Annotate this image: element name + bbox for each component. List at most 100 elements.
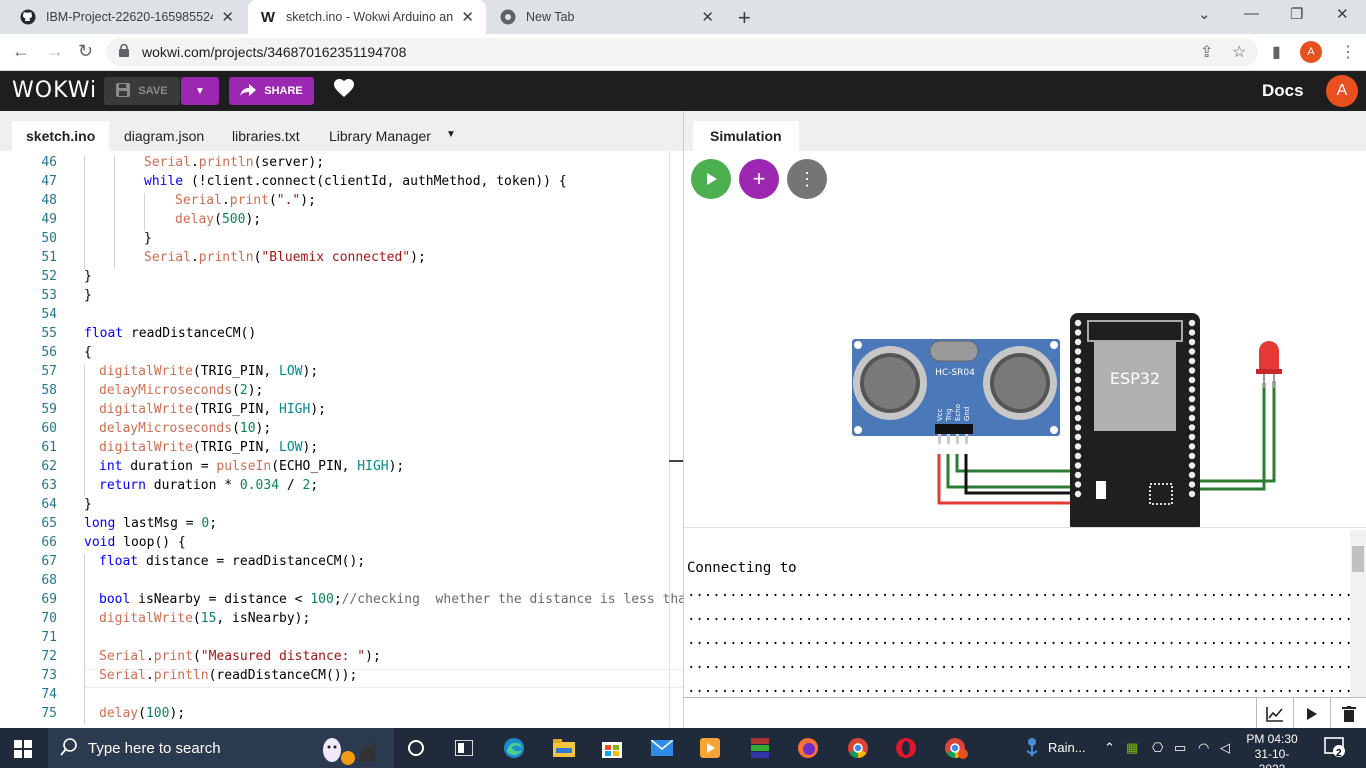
code-line[interactable]: 46 Serial.println(server); (0, 155, 683, 174)
wifi-icon[interactable]: ◠ (1198, 740, 1209, 756)
simulation-canvas[interactable]: + ⋮ HC-SR04 Vcc Trig Echo Gnd ESP32 (684, 151, 1366, 527)
close-tab-icon[interactable]: ✕ (461, 8, 474, 26)
minimize-icon[interactable]: — (1244, 5, 1259, 22)
chrome-icon[interactable] (846, 736, 870, 760)
task-view-icon[interactable] (404, 736, 428, 760)
code-line[interactable]: 73 Serial.println(readDistanceCM()); (0, 668, 683, 687)
back-icon[interactable]: ← (12, 41, 30, 62)
code-line[interactable]: 56 { (0, 345, 683, 364)
share-button[interactable]: SHARE (229, 77, 314, 105)
file-explorer-icon[interactable] (552, 736, 576, 760)
code-line[interactable]: 62 int duration = pulseIn(ECHO_PIN, HIGH)… (0, 459, 683, 478)
code-line[interactable]: 47 while (!client.connect(clientId, authM… (0, 174, 683, 193)
browser-tab-wokwi[interactable]: W sketch.ino - Wokwi Arduino and E ✕ (248, 0, 486, 34)
hc-sr04-sensor[interactable]: HC-SR04 Vcc Trig Echo Gnd (852, 339, 1060, 444)
code-line[interactable]: 68 (0, 573, 683, 592)
code-line[interactable]: 67 float distance = readDistanceCM(); (0, 554, 683, 573)
forward-icon[interactable]: → (46, 41, 64, 62)
docs-link[interactable]: Docs (1262, 81, 1304, 101)
tabs-dropdown-icon[interactable]: ▼ (446, 129, 456, 140)
plotter-button[interactable] (1256, 698, 1292, 729)
wokwi-logo[interactable]: WOKWi (12, 78, 97, 103)
system-clock[interactable]: PM 04:30 31-10-2022 (1242, 732, 1302, 777)
battery-icon[interactable]: ▭ (1174, 740, 1186, 756)
chrome-profile-icon[interactable] (944, 736, 968, 760)
taskbar-search[interactable]: Type here to search (48, 728, 394, 768)
volume-icon[interactable]: ◁ (1220, 740, 1230, 756)
indent-guide (84, 440, 85, 459)
side-panel-icon[interactable]: ▮ (1272, 42, 1281, 62)
profile-avatar[interactable]: A (1300, 41, 1322, 63)
code-line[interactable]: 50} (0, 231, 683, 250)
code-line[interactable]: 70 digitalWrite(15, isNearby); (0, 611, 683, 630)
close-window-icon[interactable]: ✕ (1336, 5, 1349, 23)
code-line[interactable]: 65 long lastMsg = 0; (0, 516, 683, 535)
restore-icon[interactable]: ❐ (1290, 5, 1303, 23)
save-button[interactable]: SAVE (104, 77, 180, 105)
esp32-pin (1074, 462, 1082, 469)
code-editor[interactable]: 46 Serial.println(server); 47 while (!clien… (0, 151, 683, 727)
clear-serial-button[interactable] (1330, 698, 1366, 729)
new-tab-icon[interactable]: + (738, 5, 751, 31)
code-line[interactable]: 52} (0, 269, 683, 288)
user-avatar[interactable]: A (1326, 75, 1358, 107)
code-line[interactable]: 59 digitalWrite(TRIG_PIN, HIGH); (0, 402, 683, 421)
tab-sketch-ino[interactable]: sketch.ino (12, 121, 110, 151)
edge-icon[interactable] (502, 736, 526, 760)
resume-serial-button[interactable] (1293, 698, 1329, 729)
close-tab-icon[interactable]: ✕ (701, 8, 714, 26)
code-line[interactable]: 54 (0, 307, 683, 326)
code-line[interactable]: 60 delayMicroseconds(10); (0, 421, 683, 440)
serial-scrollbar-thumb[interactable] (1352, 546, 1364, 572)
media-player-icon[interactable] (698, 736, 722, 760)
reload-icon[interactable]: ↻ (78, 41, 93, 62)
code-line[interactable]: 66 void loop() { (0, 535, 683, 554)
widgets-icon[interactable] (452, 736, 476, 760)
share-page-icon[interactable]: ⇪ (1200, 42, 1213, 62)
code-line[interactable]: 64} (0, 497, 683, 516)
save-options-dropdown[interactable]: ▼ (181, 77, 219, 105)
tab-search-icon[interactable]: ⌄ (1198, 5, 1211, 23)
notifications-icon[interactable] (1324, 736, 1346, 761)
trash-icon (1341, 705, 1356, 722)
code-line[interactable]: 55 float readDistanceCM() (0, 326, 683, 345)
mail-icon[interactable] (650, 736, 674, 760)
browser-tab-github[interactable]: IBM-Project-22620-1659855240/ ✕ (8, 0, 246, 34)
code-line[interactable]: 61 digitalWrite(TRIG_PIN, LOW); (0, 440, 683, 459)
firefox-icon[interactable] (796, 736, 820, 760)
code-line[interactable]: 75 delay(100); (0, 706, 683, 725)
code-line[interactable]: 74 (0, 687, 683, 706)
tab-library-manager[interactable]: Library Manager (315, 121, 445, 151)
code-line[interactable]: 48 Serial.print("."); (0, 193, 683, 212)
weather-text[interactable]: Rain... (1048, 740, 1086, 755)
meet-now-icon[interactable]: ⎔ (1152, 740, 1163, 756)
close-tab-icon[interactable]: ✕ (221, 8, 234, 26)
red-led[interactable] (1256, 341, 1282, 388)
editor-scrollbar[interactable] (669, 151, 670, 727)
winrar-icon[interactable] (748, 736, 772, 760)
windows-start-icon[interactable] (14, 740, 32, 763)
weather-icon[interactable] (1024, 737, 1040, 762)
code-line[interactable]: 57 digitalWrite(TRIG_PIN, LOW); (0, 364, 683, 383)
opera-icon[interactable] (894, 736, 918, 760)
show-hidden-icons-icon[interactable]: ⌃ (1104, 740, 1115, 756)
code-line[interactable]: 49 delay(500); (0, 212, 683, 231)
esp32-board[interactable]: ESP32 (1070, 313, 1200, 527)
tray-app-icon[interactable]: ▦ (1126, 740, 1138, 756)
omnibox[interactable]: wokwi.com/projects/346870162351194708 (106, 38, 1258, 66)
tab-diagram-json[interactable]: diagram.json (110, 121, 218, 151)
browser-menu-icon[interactable]: ⋮ (1340, 42, 1356, 62)
code-line[interactable]: 71 (0, 630, 683, 649)
tab-simulation[interactable]: Simulation (693, 121, 799, 151)
code-line[interactable]: 63 return duration * 0.034 / 2; (0, 478, 683, 497)
browser-tab-newtab[interactable]: New Tab ✕ (488, 0, 726, 34)
heart-icon[interactable] (334, 79, 354, 102)
tab-libraries-txt[interactable]: libraries.txt (218, 121, 314, 151)
code-line[interactable]: 51 Serial.println("Bluemix connected"); (0, 250, 683, 269)
code-line[interactable]: 53} (0, 288, 683, 307)
code-line[interactable]: 58 delayMicroseconds(2); (0, 383, 683, 402)
code-line[interactable]: 69 bool isNearby = distance < 100;//check… (0, 592, 683, 611)
code-line[interactable]: 72 Serial.print("Measured distance: "); (0, 649, 683, 668)
bookmark-star-icon[interactable]: ☆ (1232, 42, 1246, 62)
store-icon[interactable] (600, 736, 624, 760)
